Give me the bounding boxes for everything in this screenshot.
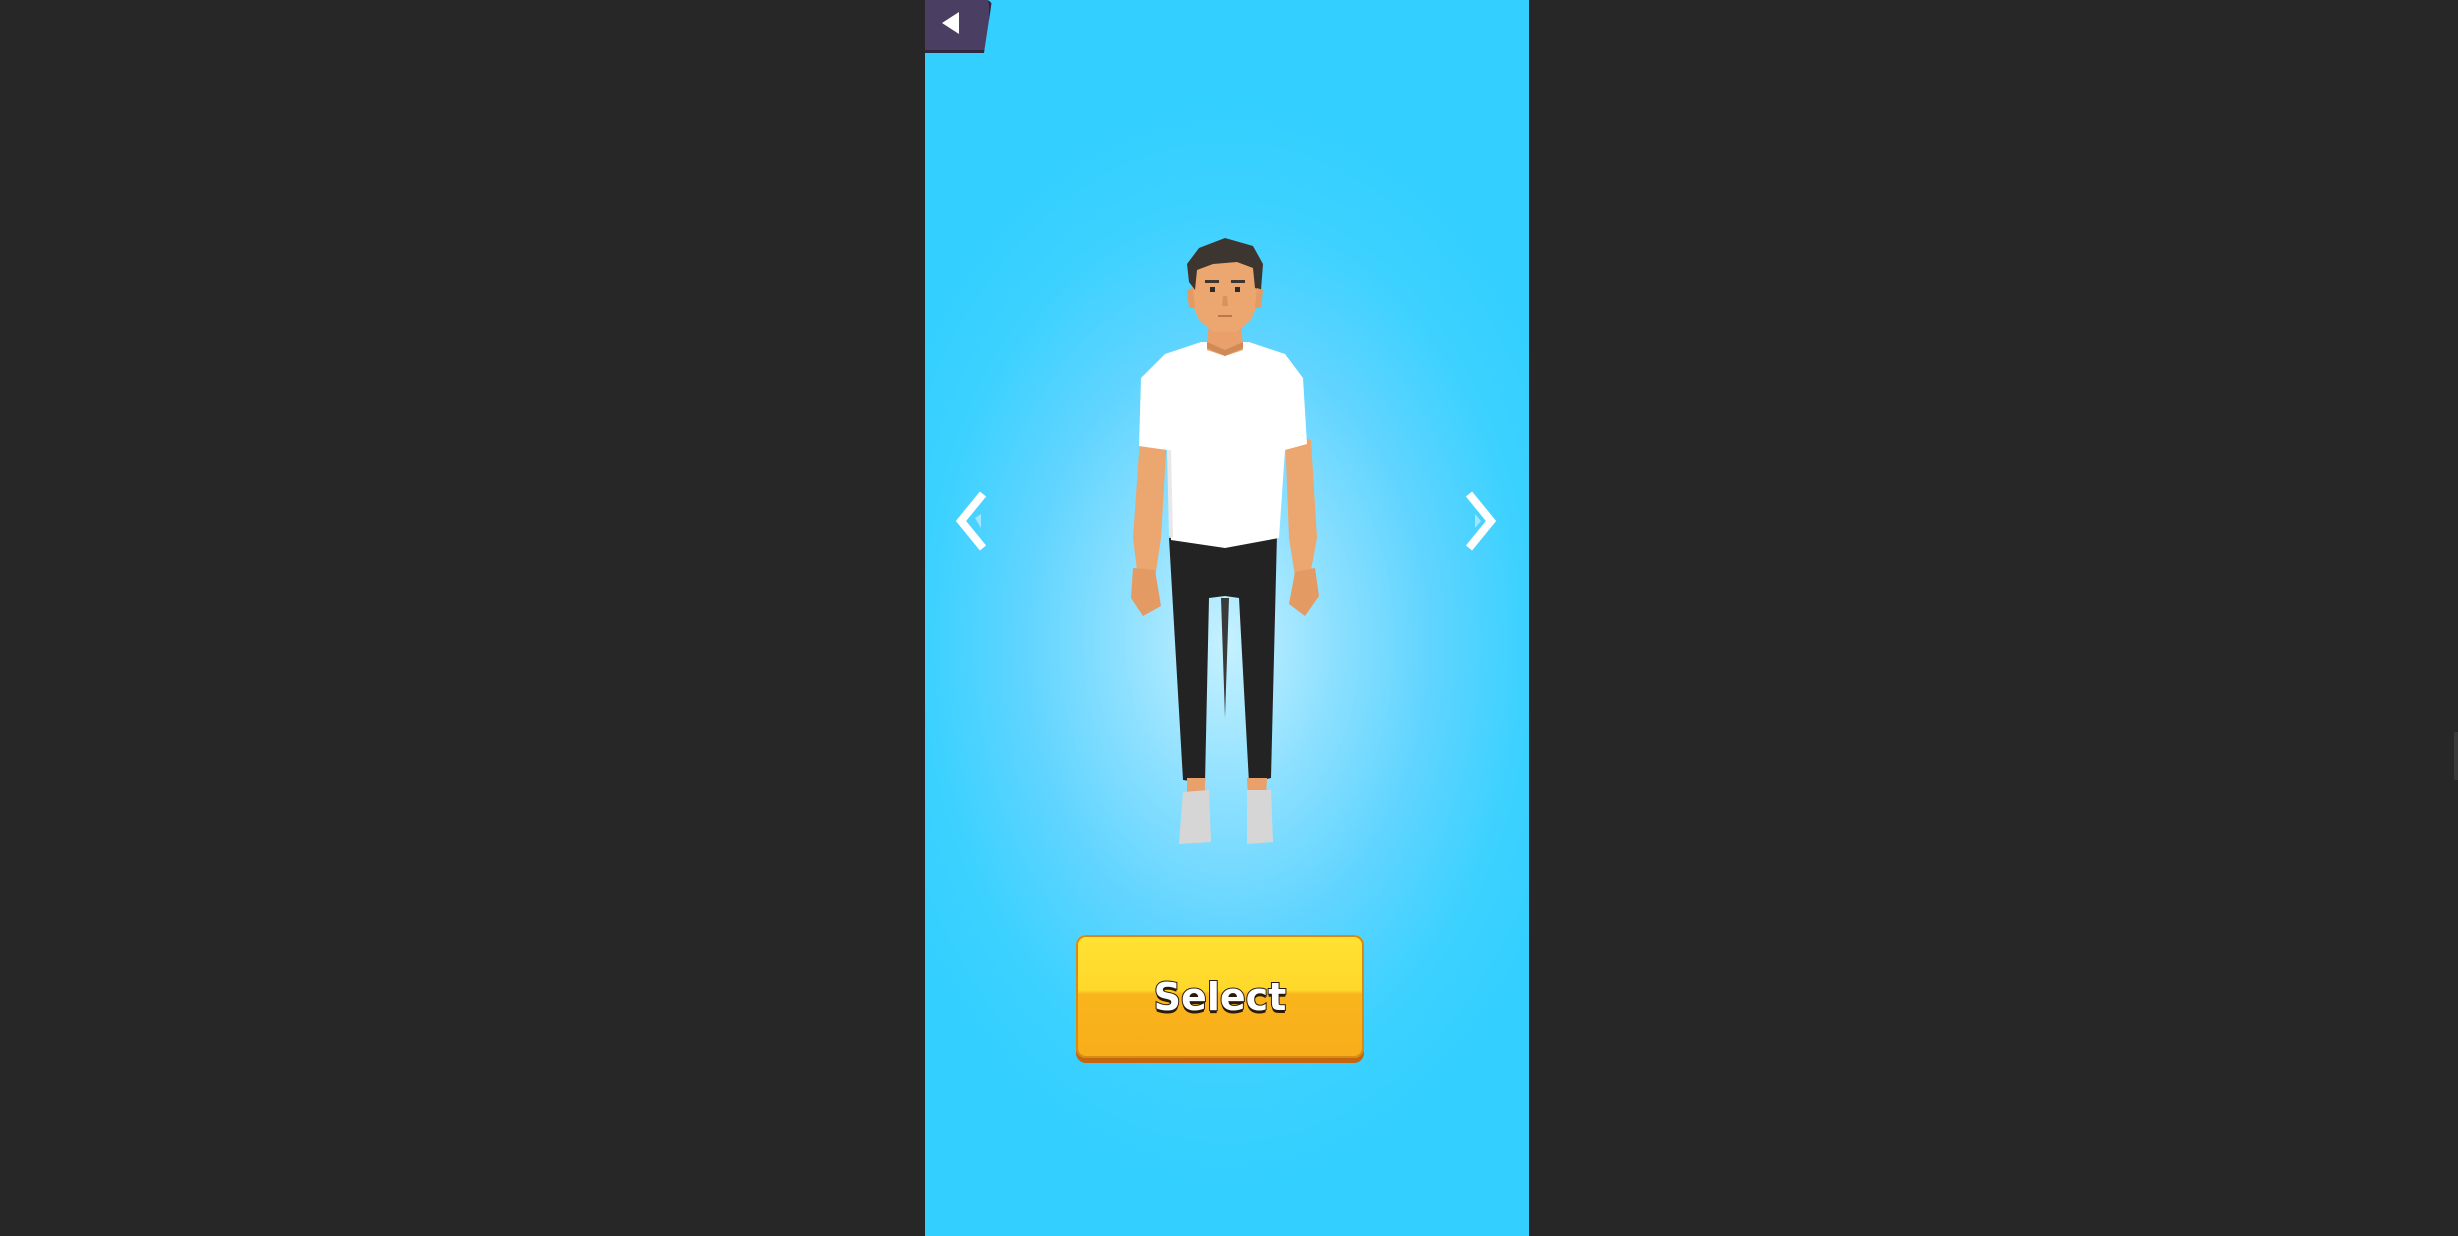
select-button[interactable]: Select	[1076, 935, 1364, 1058]
game-view: Select	[925, 0, 1529, 1236]
select-button-label: Select	[1153, 974, 1288, 1020]
character-model	[1131, 238, 1319, 844]
page: Select	[0, 0, 2458, 1236]
character-left-shoe	[1179, 790, 1211, 844]
chevron-right-icon	[1465, 491, 1497, 551]
edge-marker	[2454, 732, 2458, 780]
character-shirt	[1139, 342, 1307, 548]
back-triangle-icon	[942, 12, 959, 34]
chevron-left-icon	[955, 491, 987, 551]
next-character-button[interactable]	[1455, 488, 1501, 554]
character-right-shoe	[1247, 790, 1273, 844]
back-button[interactable]	[925, 0, 992, 53]
previous-character-button[interactable]	[953, 488, 999, 554]
character-pants	[1169, 534, 1277, 783]
